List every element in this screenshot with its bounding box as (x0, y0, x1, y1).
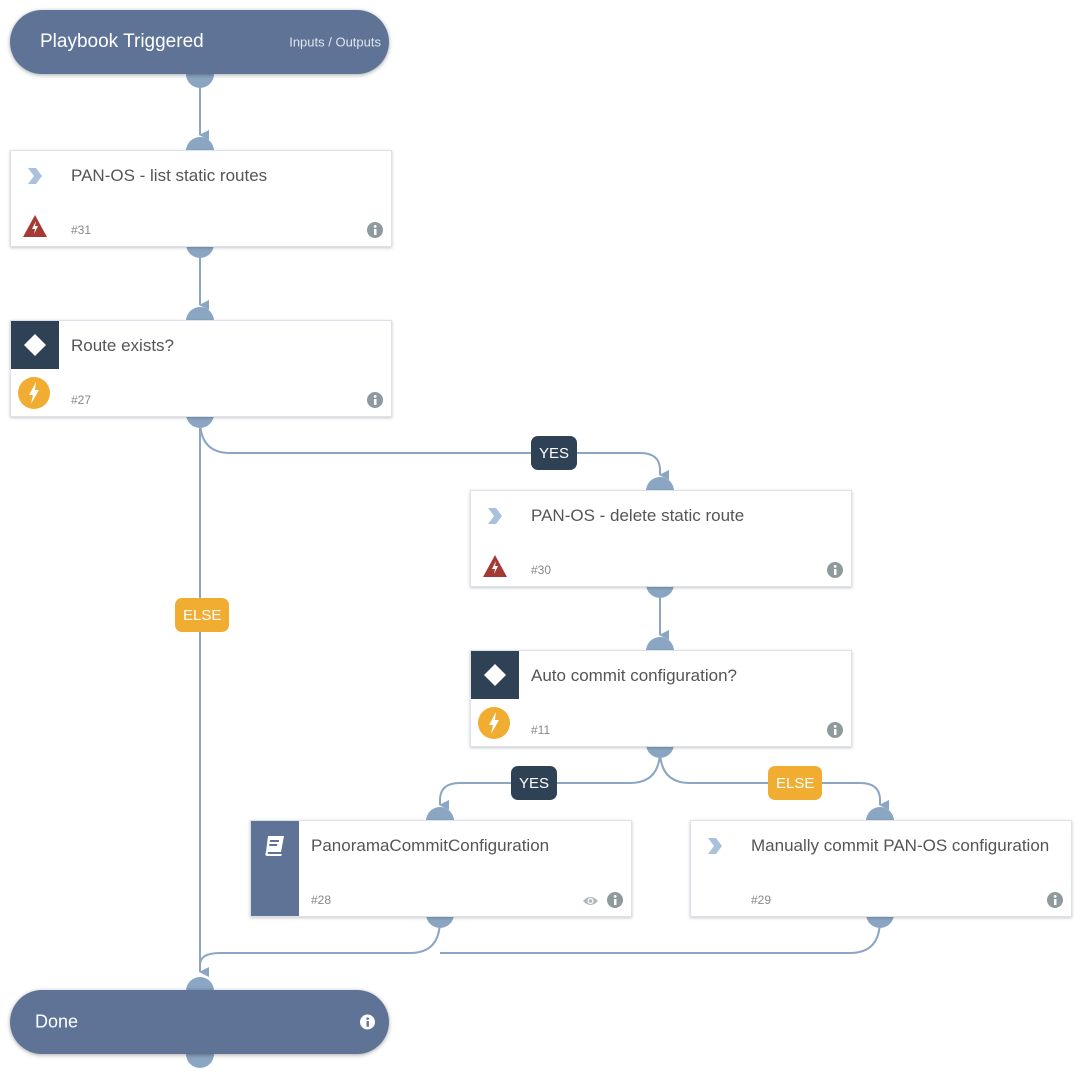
task-11-number: #11 (531, 723, 551, 737)
task-29-number: #29 (751, 893, 772, 907)
info-icon[interactable] (827, 722, 843, 738)
automation-bolt-icon (18, 377, 50, 409)
command-icon-bar (251, 821, 299, 916)
info-icon[interactable] (367, 392, 383, 408)
condition-diamond-icon (484, 664, 506, 686)
task-29[interactable]: Manually commit PAN-OS configuration #29 (690, 820, 1072, 917)
playbook-chevron-icon (488, 508, 502, 524)
done-node[interactable]: Done (10, 990, 389, 1054)
condition-icon-box (471, 651, 519, 699)
task-30-label: PAN-OS - delete static route (531, 506, 745, 525)
inputs-outputs-link[interactable]: Inputs / Outputs (289, 35, 381, 50)
done-title: Done (35, 1011, 79, 1032)
commit-else-badge: ELSE (768, 766, 823, 800)
commit-yes-badge: YES (511, 766, 558, 800)
task-30[interactable]: PAN-OS - delete static route #30 (470, 490, 852, 587)
task-11-label: Auto commit configuration? (531, 666, 737, 685)
automation-bolt-icon (478, 707, 510, 739)
task-31[interactable]: PAN-OS - list static routes #31 (10, 150, 392, 247)
task-27-label: Route exists? (71, 336, 174, 355)
info-icon[interactable] (827, 562, 843, 578)
task-27[interactable]: Route exists? #27 (10, 320, 392, 417)
info-icon[interactable] (607, 892, 623, 908)
condition-icon-box (11, 321, 59, 369)
edge-29-done (440, 919, 881, 954)
task-31-label: PAN-OS - list static routes (71, 166, 268, 185)
edge-28-done (199, 919, 441, 966)
playbook-chevron-icon (708, 838, 722, 854)
book-icon (265, 836, 284, 856)
task-11[interactable]: Auto commit configuration? #11 (470, 650, 852, 747)
start-title: Playbook Triggered (40, 31, 204, 52)
error-warning-icon (483, 555, 507, 577)
task-30-number: #30 (531, 563, 552, 577)
task-28-number: #28 (311, 893, 332, 907)
edge-27-yes-30 (199, 419, 669, 480)
error-warning-icon (23, 215, 47, 237)
playbook-chevron-icon (28, 168, 42, 184)
route-else-badge: ELSE (175, 598, 230, 632)
info-icon[interactable] (367, 222, 383, 238)
route-yes-badge: YES (531, 436, 578, 470)
condition-diamond-icon (24, 334, 46, 356)
info-icon[interactable] (360, 1014, 375, 1030)
task-27-number: #27 (71, 393, 92, 407)
task-29-label: Manually commit PAN-OS configuration (751, 836, 1050, 855)
task-31-number: #31 (71, 223, 92, 237)
task-28-label: PanoramaCommitConfiguration (311, 836, 550, 855)
info-icon[interactable] (1047, 892, 1063, 908)
task-28[interactable]: PanoramaCommitConfiguration #28 (250, 820, 632, 917)
start-node[interactable]: Playbook Triggered Inputs / Outputs (10, 10, 389, 74)
eye-icon[interactable] (582, 895, 599, 907)
